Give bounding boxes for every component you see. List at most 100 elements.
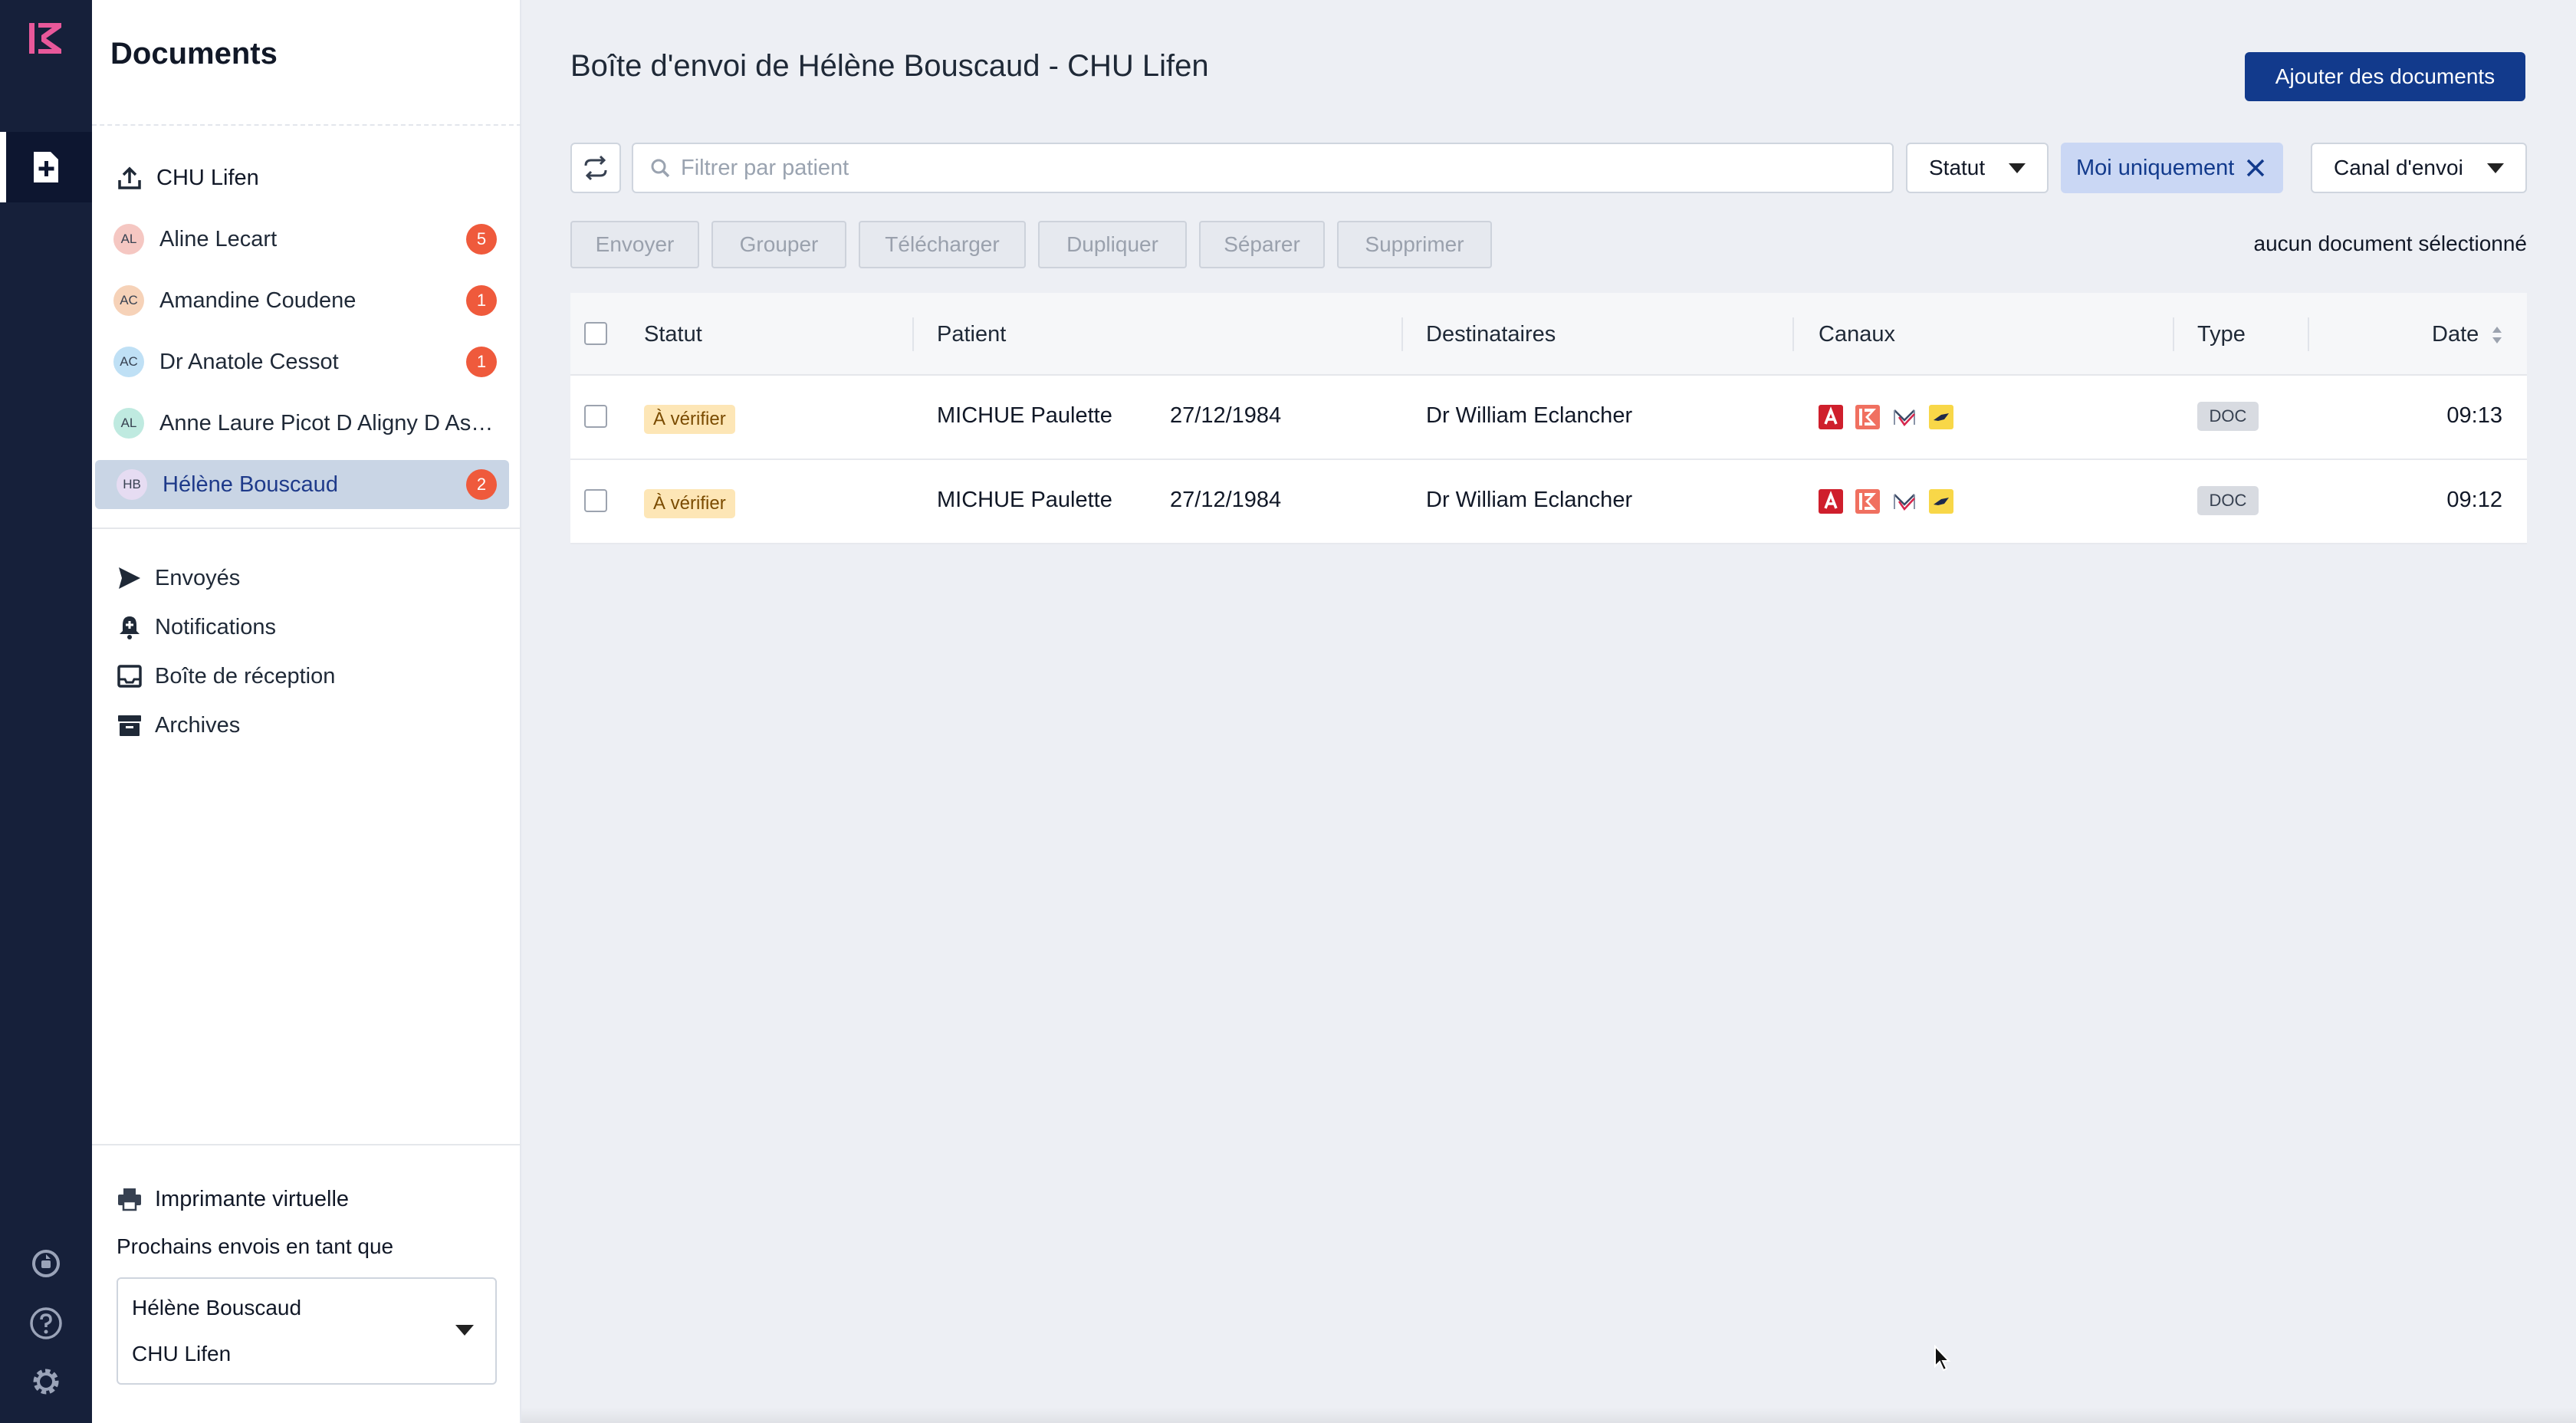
type-badge: DOC (2197, 402, 2259, 431)
refresh-button[interactable] (570, 143, 621, 193)
patient-birthdate: 27/12/1984 (1170, 403, 1282, 428)
sidebar-item-user-active[interactable]: HB Hélène Bouscaud 2 (95, 460, 509, 509)
sidebar-item-archives[interactable]: Archives (117, 707, 240, 744)
apicrypt-icon (1819, 405, 1843, 429)
selection-info: aucun document sélectionné (2253, 232, 2527, 255)
nav-label: Notifications (155, 614, 276, 639)
add-documents-button[interactable]: Ajouter des documents (2245, 52, 2525, 101)
refresh-icon (584, 155, 607, 181)
channel-filter-dropdown[interactable]: Canal d'envoi (2311, 143, 2527, 193)
sender-select[interactable]: Hélène Bouscaud CHU Lifen (117, 1277, 497, 1385)
table-row[interactable]: À vérifier MICHUE Paulette 27/12/1984 Dr… (570, 460, 2527, 544)
recipient-name: Dr William Eclancher (1426, 488, 1633, 512)
channel-icons (1819, 489, 1953, 514)
page-title: Boîte d'envoi de Hélène Bouscaud - CHU L… (570, 49, 1209, 83)
user-name: Anne Laure Picot D Aligny D Ass... (159, 410, 501, 435)
column-separator (912, 317, 914, 351)
select-all-checkbox[interactable] (584, 322, 607, 345)
column-separator (2308, 317, 2309, 351)
search-icon (651, 159, 670, 178)
column-header-date[interactable]: Date (2432, 322, 2503, 347)
type-badge: DOC (2197, 486, 2259, 515)
column-separator (1401, 317, 1403, 351)
virtual-printer[interactable]: Imprimante virtuelle (117, 1181, 349, 1218)
column-header-patient[interactable]: Patient (937, 322, 1006, 347)
sender-org: CHU Lifen (132, 1342, 232, 1365)
sidebar-item-inbox[interactable]: Boîte de réception (117, 658, 335, 695)
send-icon (119, 567, 140, 589)
sidebar-item-user[interactable]: AC Dr Anatole Cessot 1 (92, 337, 509, 386)
table-header: Statut Patient Destinataires Canaux Type… (570, 293, 2527, 376)
group-button[interactable]: Grouper (711, 221, 846, 268)
avatar: HB (117, 469, 147, 500)
sync-icon[interactable] (28, 1245, 64, 1282)
user-name: Dr Anatole Cessot (159, 349, 339, 374)
sort-icon (2492, 327, 2502, 344)
count-badge: 2 (466, 469, 497, 500)
row-checkbox[interactable] (584, 405, 607, 428)
avatar: AL (113, 224, 144, 255)
avatar: AL (113, 408, 144, 439)
printer-label: Imprimante virtuelle (155, 1186, 350, 1211)
lifen-logo-icon[interactable] (28, 20, 64, 57)
sidebar-item-user[interactable]: AL Aline Lecart 5 (92, 215, 509, 264)
status-filter-dropdown[interactable]: Statut (1906, 143, 2049, 193)
divider (92, 527, 521, 529)
lifen-icon (1855, 405, 1880, 429)
divider (92, 124, 521, 126)
row-checkbox[interactable] (584, 489, 607, 512)
help-icon[interactable] (28, 1305, 64, 1342)
post-icon (1929, 405, 1953, 429)
date-header-label: Date (2432, 322, 2479, 347)
close-icon[interactable] (2245, 157, 2266, 179)
recipient-name: Dr William Eclancher (1426, 403, 1633, 428)
sidebar-item-organization[interactable]: CHU Lifen (117, 159, 259, 196)
patient-name: MICHUE Paulette (937, 403, 1112, 428)
sidebar-title: Documents (110, 37, 278, 71)
column-header-status[interactable]: Statut (644, 322, 702, 347)
patient-birthdate: 27/12/1984 (1170, 488, 1282, 512)
printer-icon (118, 1188, 141, 1211)
mouse-cursor-icon (1934, 1345, 1951, 1372)
divider (92, 1144, 521, 1145)
column-header-type[interactable]: Type (2197, 322, 2246, 347)
row-time: 09:12 (2446, 488, 2502, 512)
only-me-chip[interactable]: Moi uniquement (2061, 143, 2283, 193)
nav-label: Archives (155, 712, 241, 738)
table-row[interactable]: À vérifier MICHUE Paulette 27/12/1984 Dr… (570, 376, 2527, 460)
search-field[interactable] (632, 143, 1894, 193)
search-input[interactable] (681, 155, 1877, 181)
status-badge: À vérifier (644, 405, 735, 434)
avatar: AC (113, 347, 144, 377)
main-content: Boîte d'envoi de Hélène Bouscaud - CHU L… (521, 0, 2576, 1423)
sidebar-item-user[interactable]: AC Amandine Coudene 1 (92, 276, 509, 325)
next-sends-label: Prochains envois en tant que (117, 1234, 394, 1258)
documents-table: Statut Patient Destinataires Canaux Type… (570, 293, 2527, 544)
channel-filter-label: Canal d'envoi (2334, 156, 2463, 179)
split-button[interactable]: Séparer (1199, 221, 1325, 268)
nav-label: Boîte de réception (155, 663, 336, 688)
sender-name: Hélène Bouscaud (132, 1296, 302, 1319)
sidebar-item-notifications[interactable]: Notifications (117, 609, 276, 646)
send-button[interactable]: Envoyer (570, 221, 699, 268)
sidebar: Documents CHU Lifen AL Aline Lecart 5 AC… (92, 0, 521, 1423)
nav-label: Envoyés (155, 565, 241, 590)
sidebar-item-sent[interactable]: Envoyés (117, 560, 240, 596)
chevron-down-icon (2009, 163, 2026, 173)
sidebar-item-user[interactable]: AL Anne Laure Picot D Aligny D Ass... (92, 399, 509, 448)
delete-button[interactable]: Supprimer (1337, 221, 1492, 268)
count-badge: 1 (466, 347, 497, 377)
column-header-recipients[interactable]: Destinataires (1426, 322, 1556, 347)
chip-label: Moi uniquement (2076, 155, 2235, 180)
document-plus-icon (34, 152, 58, 182)
gear-icon[interactable] (28, 1363, 64, 1400)
column-header-channels[interactable]: Canaux (1819, 322, 1895, 347)
user-name: Amandine Coudene (159, 288, 356, 313)
duplicate-button[interactable]: Dupliquer (1038, 221, 1187, 268)
user-name: Aline Lecart (159, 226, 278, 251)
download-button[interactable]: Télécharger (859, 221, 1026, 268)
organization-label: CHU Lifen (156, 165, 259, 190)
status-filter-label: Statut (1929, 156, 1986, 179)
documents-nav-button[interactable] (0, 132, 92, 202)
footer-shadow (521, 1408, 2576, 1423)
